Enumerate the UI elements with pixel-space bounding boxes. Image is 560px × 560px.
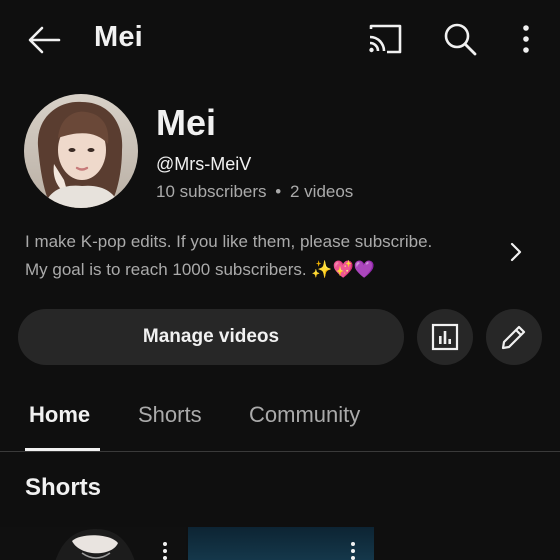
chevron-right-icon[interactable] (505, 240, 527, 264)
back-arrow-icon[interactable] (26, 22, 62, 58)
cast-icon[interactable] (367, 23, 403, 55)
description-emoji: ✨💖💜 (311, 260, 375, 279)
active-tab-indicator (25, 448, 100, 451)
tab-shorts[interactable]: Shorts (138, 402, 202, 428)
stats-separator: • (275, 182, 282, 201)
edit-pencil-icon (501, 325, 526, 350)
tab-home[interactable]: Home (29, 402, 90, 428)
avatar-image (24, 94, 138, 208)
manage-videos-button[interactable]: Manage videos (18, 309, 404, 365)
channel-description[interactable]: I make K-pop edits. If you like them, pl… (25, 228, 495, 284)
video-count: 2 videos (289, 182, 354, 201)
channel-handle: @Mrs-MeiV (156, 154, 252, 174)
section-title: Shorts (25, 474, 102, 501)
description-line-1: I make K-pop edits. If you like them, pl… (25, 232, 433, 251)
short-thumbnail[interactable] (188, 527, 374, 560)
channel-name: Mei (156, 102, 217, 143)
edit-channel-button[interactable] (486, 309, 542, 365)
search-icon[interactable] (442, 21, 478, 57)
channel-stats: 10 subscribers • 2 videos (156, 182, 353, 202)
description-line-2: My goal is to reach 1000 subscribers. (25, 260, 307, 279)
top-app-bar: Mei (0, 0, 560, 78)
short-thumbnail[interactable] (0, 527, 186, 560)
channel-avatar[interactable] (24, 94, 138, 208)
analytics-icon (431, 323, 459, 351)
short-thumbnail-image (55, 529, 135, 560)
more-vert-icon[interactable] (514, 24, 538, 54)
more-vert-icon[interactable] (350, 541, 356, 560)
page-title: Mei (94, 21, 143, 53)
tab-community[interactable]: Community (249, 402, 360, 428)
subscriber-count: 10 subscribers (156, 182, 267, 201)
analytics-button[interactable] (417, 309, 473, 365)
channel-tabs: Home Shorts Community (0, 382, 560, 452)
more-vert-icon[interactable] (162, 541, 168, 560)
